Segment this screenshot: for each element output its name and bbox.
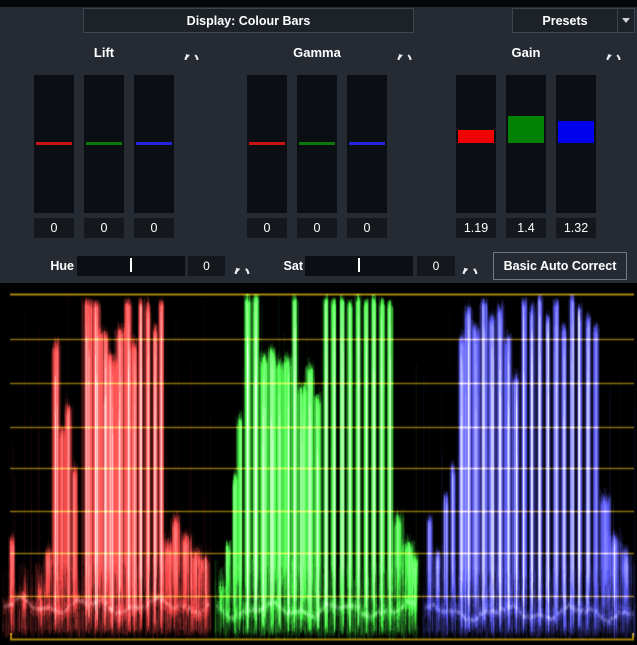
lift-reset-button[interactable] — [182, 43, 200, 61]
gamma-reset-button[interactable] — [395, 43, 413, 61]
lift-label: Lift — [34, 45, 174, 60]
gain-green-handle — [508, 116, 544, 143]
gain-green-slider[interactable] — [506, 75, 546, 213]
gain-reset-button[interactable] — [604, 43, 622, 61]
hue-label: Hue — [36, 259, 74, 273]
reset-icon — [183, 43, 200, 60]
gamma-blue-slider[interactable] — [347, 75, 387, 213]
chevron-down-icon — [622, 18, 630, 23]
auto-correct-label: Basic Auto Correct — [504, 259, 617, 273]
display-colour-bars-button[interactable]: Display: Colour Bars — [83, 8, 414, 33]
reset-icon — [233, 256, 251, 274]
lift-section: Lift 0 0 0 — [34, 40, 204, 283]
gamma-green-slider[interactable] — [297, 75, 337, 213]
sat-reset-button[interactable] — [461, 256, 479, 274]
top-black-strip — [0, 0, 637, 7]
control-panel: Display: Colour Bars Presets Lift 0 0 0 — [0, 0, 637, 283]
gamma-red-value: 0 — [247, 218, 287, 238]
hue-slider[interactable] — [77, 256, 185, 276]
hue-slider-tick — [130, 258, 132, 272]
sat-label: Sat — [266, 259, 303, 273]
gamma-blue-value: 0 — [347, 218, 387, 238]
basic-auto-correct-button[interactable]: Basic Auto Correct — [493, 252, 627, 280]
gain-label: Gain — [456, 45, 596, 60]
reset-icon — [605, 43, 622, 60]
gamma-green-handle — [299, 142, 335, 145]
gain-red-handle — [458, 130, 494, 143]
lift-green-handle — [86, 142, 122, 145]
reset-icon — [396, 43, 413, 60]
lift-blue-slider[interactable] — [134, 75, 174, 213]
gain-red-value: 1.19 — [456, 218, 496, 238]
presets-button-label: Presets — [542, 14, 587, 28]
reset-icon — [461, 256, 479, 274]
rgb-parade-waveform-scope — [0, 283, 637, 645]
colour-correct-window: Display: Colour Bars Presets Lift 0 0 0 — [0, 0, 637, 645]
lift-blue-handle — [136, 142, 172, 145]
sat-value: 0 — [417, 256, 455, 276]
lift-green-value: 0 — [84, 218, 124, 238]
gamma-red-handle — [249, 142, 285, 145]
gamma-section: Gamma 0 0 0 — [247, 40, 417, 283]
hue-reset-button[interactable] — [233, 256, 251, 274]
hue-value: 0 — [188, 256, 225, 276]
lift-red-handle — [36, 142, 72, 145]
presets-button[interactable]: Presets — [512, 8, 618, 33]
presets-dropdown-button[interactable] — [617, 8, 635, 33]
lift-red-slider[interactable] — [34, 75, 74, 213]
lift-red-value: 0 — [34, 218, 74, 238]
gain-red-slider[interactable] — [456, 75, 496, 213]
gamma-green-value: 0 — [297, 218, 337, 238]
gamma-label: Gamma — [247, 45, 387, 60]
lift-green-slider[interactable] — [84, 75, 124, 213]
gamma-red-slider[interactable] — [247, 75, 287, 213]
sat-slider-tick — [358, 258, 360, 272]
lift-blue-value: 0 — [134, 218, 174, 238]
gain-blue-value: 1.32 — [556, 218, 596, 238]
gain-green-value: 1.4 — [506, 218, 546, 238]
gain-section: Gain 1.19 1.4 1.32 — [456, 40, 626, 283]
gain-blue-slider[interactable] — [556, 75, 596, 213]
gain-blue-handle — [558, 121, 594, 143]
sat-slider[interactable] — [305, 256, 413, 276]
gamma-blue-handle — [349, 142, 385, 145]
display-button-label: Display: Colour Bars — [187, 14, 311, 28]
